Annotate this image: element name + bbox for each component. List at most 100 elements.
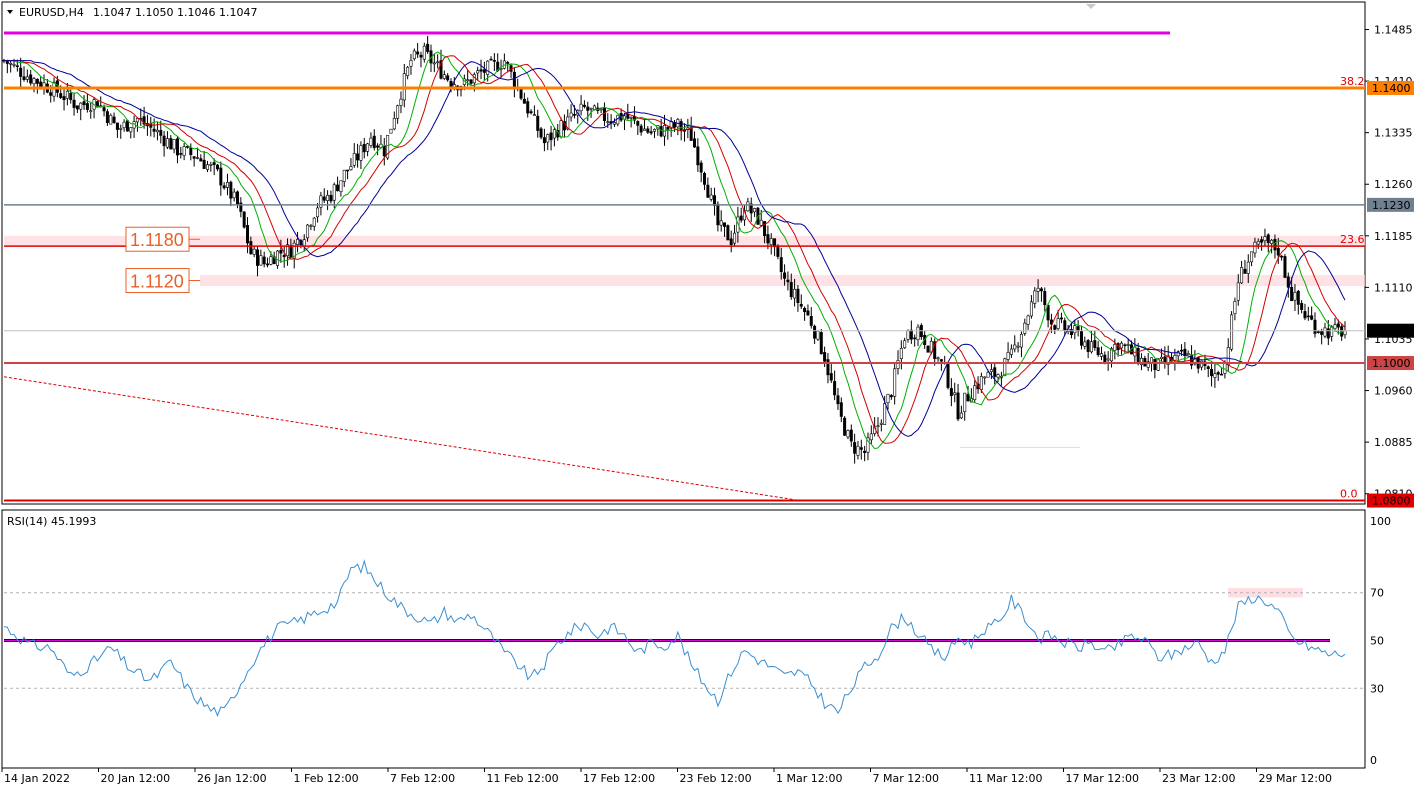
candle-body: [639, 125, 643, 133]
candle-body: [1213, 373, 1217, 378]
candle-body: [1160, 356, 1164, 360]
candle: [1230, 311, 1234, 352]
annotation-label-1.1120: 1.1120: [130, 272, 184, 292]
candle-body: [986, 372, 990, 378]
candle-body: [392, 117, 396, 130]
price-axis-label: 1.0885: [1374, 436, 1413, 449]
candle-body: [723, 222, 727, 227]
candle-body: [422, 45, 426, 60]
candle-body: [916, 326, 920, 341]
candle-body: [813, 325, 817, 339]
rsi-header: RSI(14) 45.1993: [7, 515, 96, 528]
candle-body: [39, 81, 43, 88]
candle-body: [666, 126, 670, 130]
time-axis-label: 29 Mar 12:00: [1259, 772, 1332, 785]
candle-body: [1009, 348, 1013, 355]
candle-body: [1336, 323, 1340, 328]
price-axis-label: 1.1260: [1374, 178, 1413, 191]
candle-body: [1083, 341, 1087, 347]
candle-body: [833, 381, 837, 396]
candle: [926, 345, 930, 353]
candle-body: [1296, 290, 1300, 305]
candle-body: [296, 239, 300, 245]
candle-body: [1220, 373, 1224, 376]
candle-body: [726, 225, 730, 241]
candle-body: [522, 98, 526, 104]
candle-body: [419, 54, 423, 58]
candle-body: [1003, 358, 1007, 377]
candle-body: [1013, 344, 1017, 350]
candle-body: [65, 90, 69, 99]
candle-body: [189, 147, 193, 155]
candle-body: [1186, 353, 1190, 355]
candle-body: [22, 76, 26, 80]
candle-body: [1316, 331, 1320, 333]
candle-body: [612, 122, 616, 125]
candle-body: [703, 173, 707, 185]
candle-body: [72, 99, 76, 108]
candle-body: [893, 368, 897, 397]
symbol-label: EURUSD,H4: [19, 6, 84, 19]
candle-body: [412, 50, 416, 60]
candle-body: [332, 184, 336, 201]
support-marker-small: [960, 446, 1080, 448]
candle-body: [1059, 317, 1063, 320]
candle-body: [219, 167, 223, 186]
time-axis-label: 23 Mar 12:00: [1162, 772, 1235, 785]
candle-body: [192, 156, 196, 159]
candle-body: [552, 129, 556, 139]
candle-body: [135, 118, 139, 123]
candle-body: [29, 74, 33, 84]
candle-body: [159, 130, 163, 136]
candle-body: [819, 332, 823, 355]
candle-body: [406, 67, 410, 76]
candle-body: [1243, 268, 1247, 274]
candle-body: [1270, 239, 1274, 244]
candle-body: [769, 238, 773, 245]
candle-body: [506, 62, 510, 64]
candle-body: [222, 185, 226, 189]
candle-body: [642, 128, 646, 131]
candle: [843, 416, 847, 436]
candle-body: [1126, 344, 1130, 346]
candle-body: [939, 359, 943, 362]
candle-body: [636, 121, 640, 126]
rsi-axis-label: 70: [1370, 587, 1384, 600]
current-price-badge-text: 1.1047: [1372, 325, 1411, 338]
candle-body: [826, 359, 830, 376]
candle-body: [1180, 349, 1184, 352]
candle-body: [572, 114, 576, 116]
candle-body: [389, 128, 393, 134]
candle-body: [232, 191, 236, 199]
candle-body: [476, 70, 480, 74]
candle-body: [599, 108, 603, 111]
candle-body: [529, 111, 533, 114]
candle-body: [542, 137, 546, 144]
candle-body: [399, 98, 403, 106]
candle-body: [1313, 319, 1317, 334]
candle-body: [1036, 287, 1040, 292]
candle-body: [69, 92, 73, 100]
price-axis-label: 1.0960: [1374, 385, 1413, 398]
candle-body: [846, 430, 850, 438]
candle-body: [886, 393, 890, 404]
time-axis-label: 14 Jan 2022: [4, 772, 70, 785]
level-price-badge-text: 1.1230: [1372, 199, 1411, 212]
candle-body: [129, 127, 133, 133]
candle-body: [1043, 291, 1047, 306]
candle-body: [165, 138, 169, 148]
candle-body: [863, 450, 867, 453]
candle-body: [753, 208, 757, 213]
chart-canvas: 1.11801.1120 1.14851.14101.13351.12601.1…: [1, 1, 1414, 785]
candle-body: [19, 67, 23, 77]
candle-body: [706, 184, 710, 198]
candle-body: [376, 145, 380, 148]
candle: [1003, 357, 1007, 377]
candle-body: [849, 429, 853, 442]
candle-body: [789, 282, 793, 298]
candle-body: [236, 191, 240, 205]
price-panel-frame: [1, 1, 1366, 505]
candle-body: [519, 88, 523, 99]
candle-body: [359, 145, 363, 161]
candle-body: [125, 120, 129, 132]
